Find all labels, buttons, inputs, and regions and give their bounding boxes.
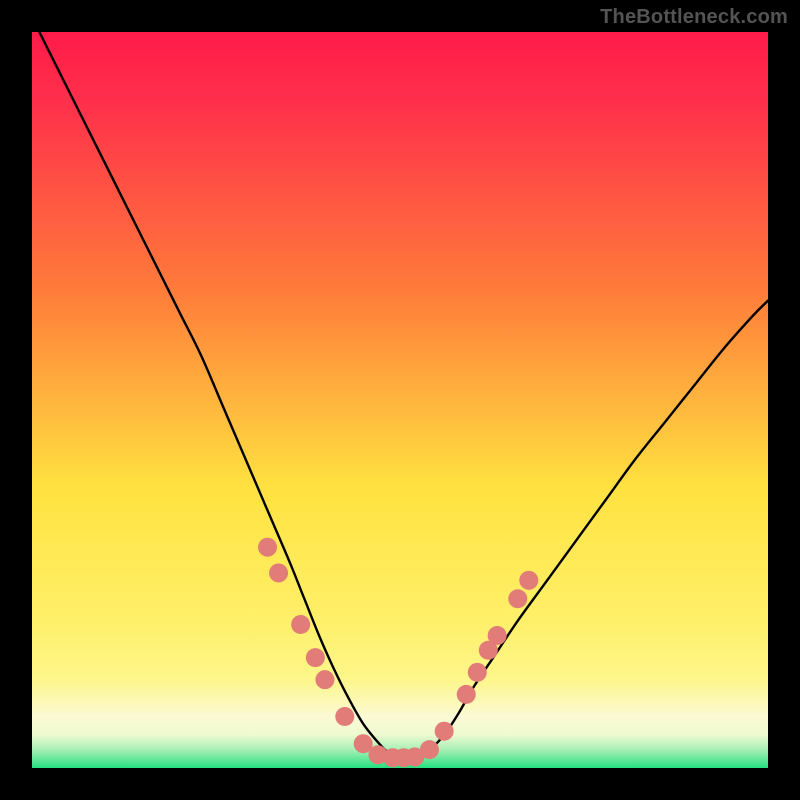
data-point-marker bbox=[435, 722, 454, 741]
data-point-marker bbox=[468, 663, 487, 682]
bottleneck-curve bbox=[39, 32, 768, 758]
data-point-marker bbox=[335, 707, 354, 726]
watermark-text: TheBottleneck.com bbox=[600, 6, 788, 29]
data-point-marker bbox=[291, 615, 310, 634]
outer-black-frame: TheBottleneck.com bbox=[0, 0, 800, 800]
data-point-marker bbox=[306, 648, 325, 667]
data-point-marker bbox=[315, 670, 334, 689]
data-point-marker bbox=[258, 538, 277, 557]
data-point-marker bbox=[488, 626, 507, 645]
data-point-marker bbox=[519, 571, 538, 590]
data-point-marker bbox=[420, 740, 439, 759]
data-point-marker bbox=[508, 589, 527, 608]
curve-layer bbox=[32, 32, 768, 768]
curve-markers bbox=[258, 538, 538, 768]
data-point-marker bbox=[457, 685, 476, 704]
plot-area bbox=[32, 32, 768, 768]
data-point-marker bbox=[269, 563, 288, 582]
